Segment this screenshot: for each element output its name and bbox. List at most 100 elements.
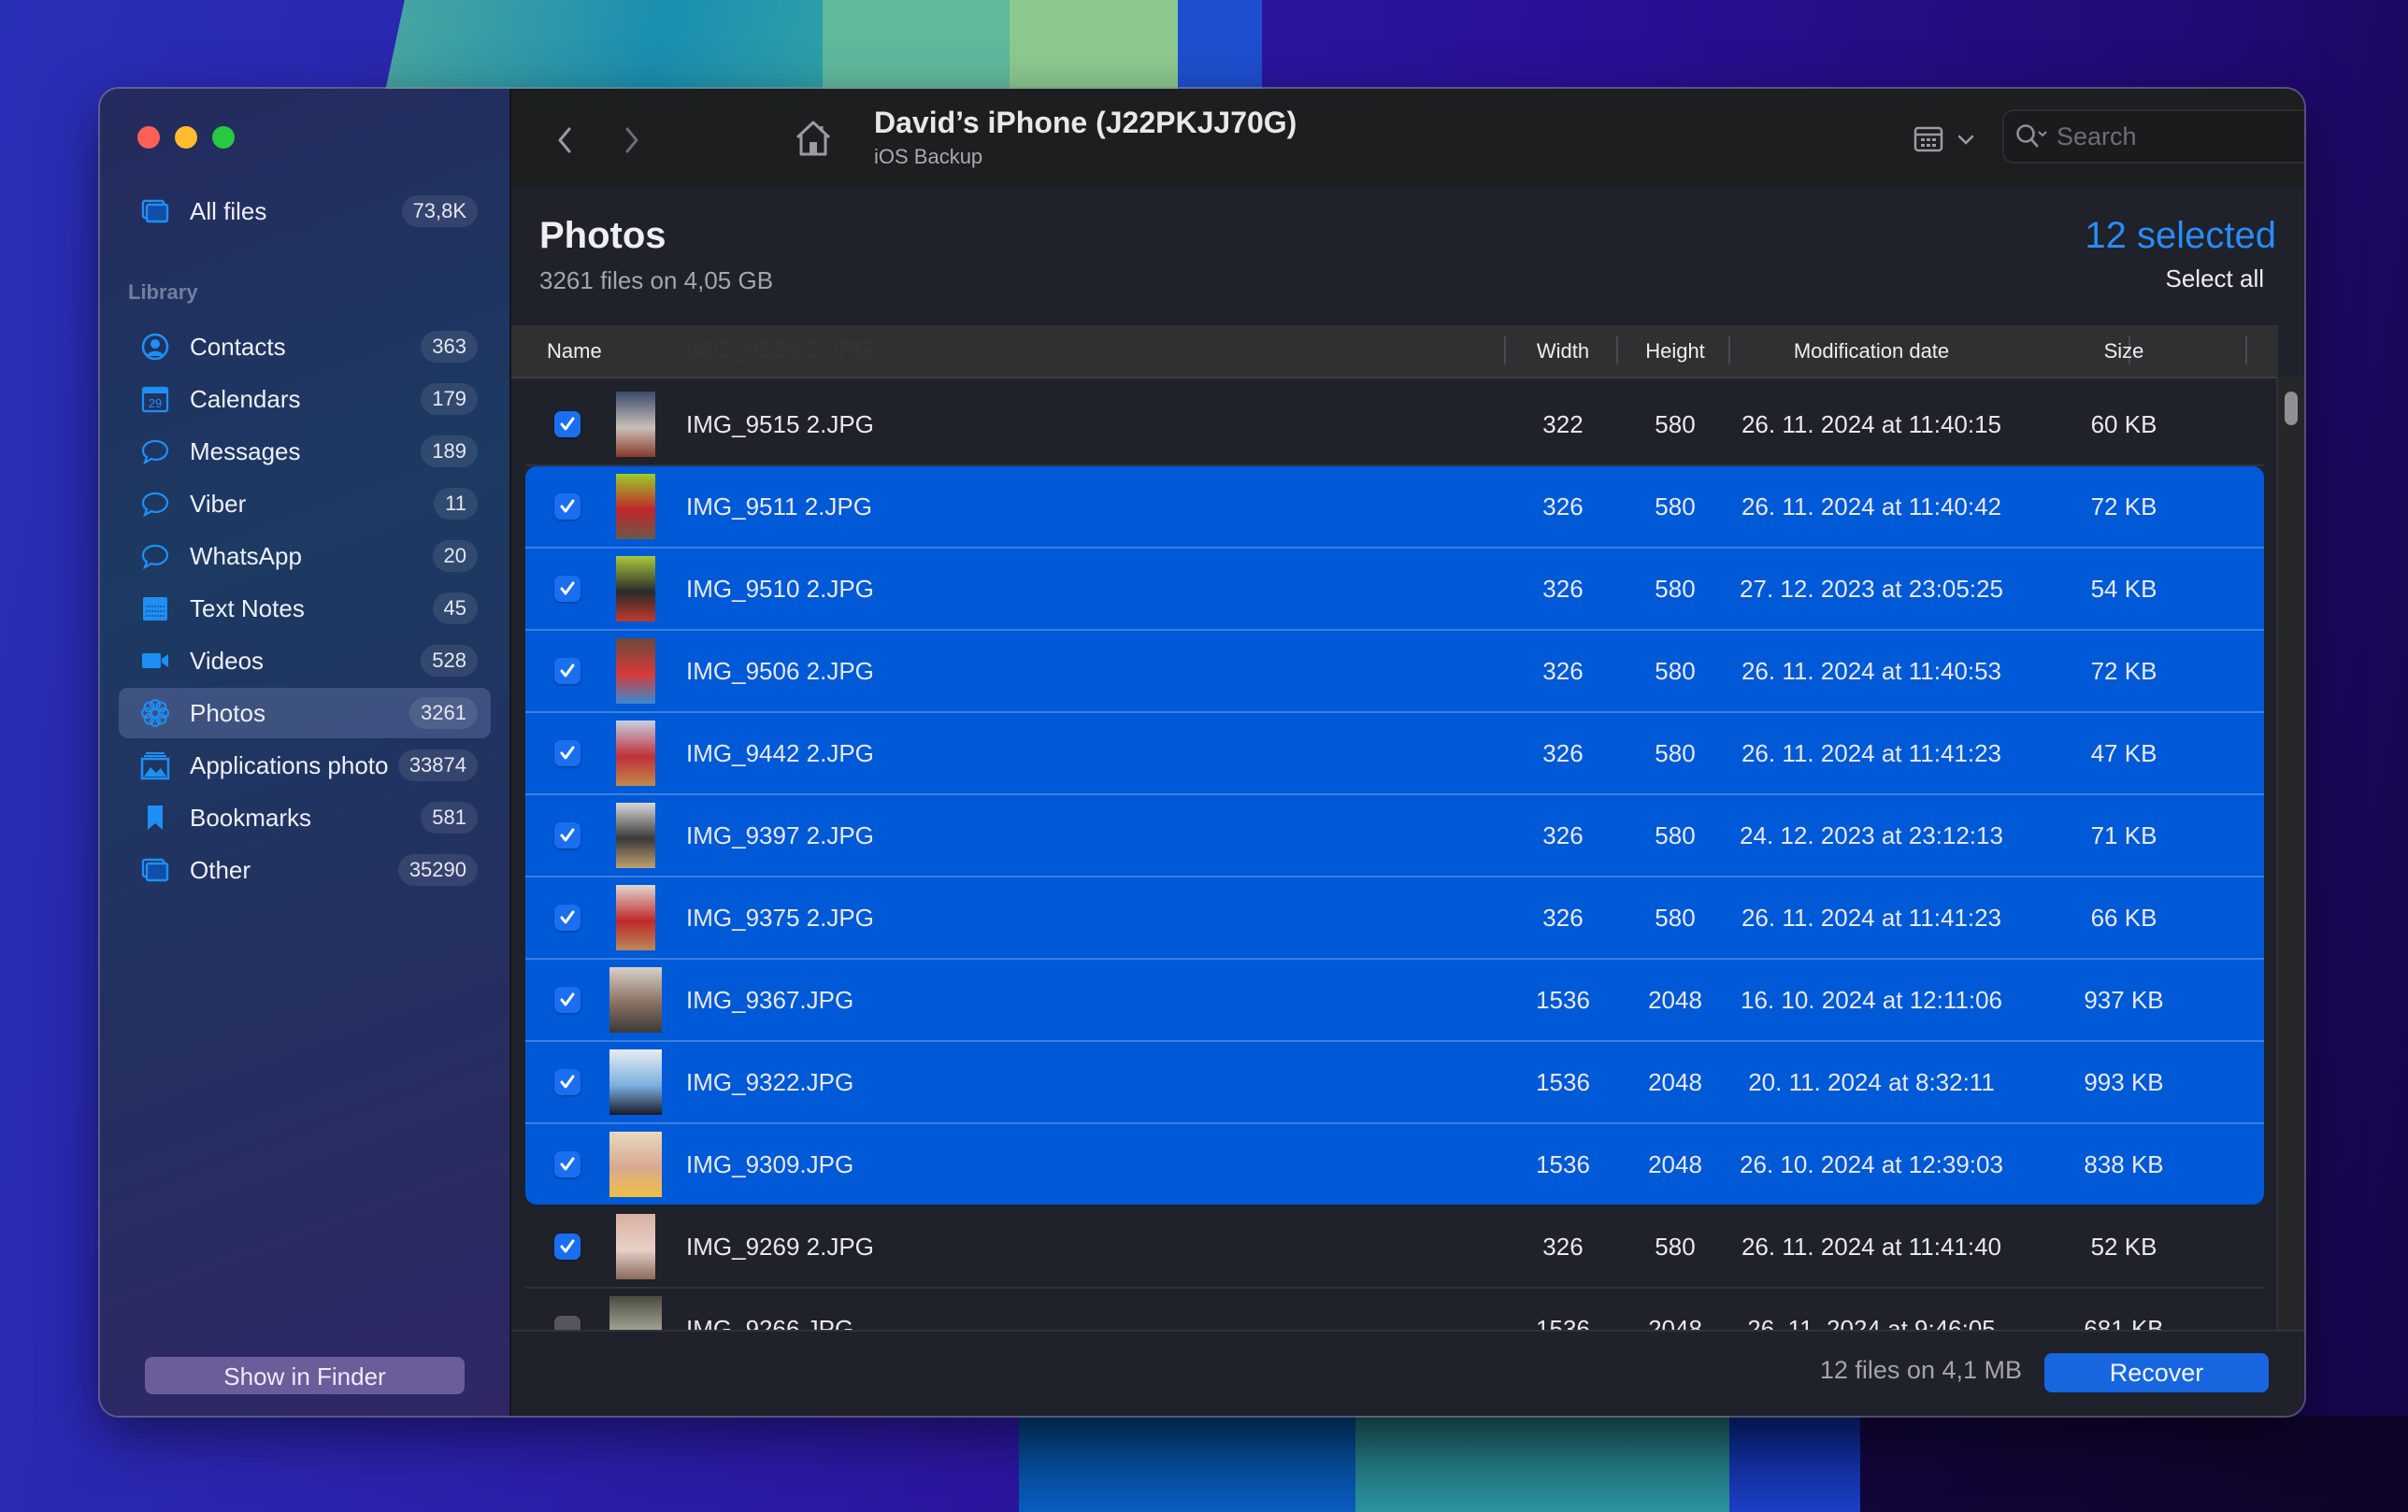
file-name: IMG_9309.JPG: [686, 1150, 854, 1178]
column-header-name[interactable]: Name: [547, 325, 612, 377]
row-checkbox[interactable]: [554, 658, 580, 684]
row-checkbox[interactable]: [554, 1234, 580, 1260]
table-row[interactable]: IMG_9510 2.JPG 326 580 27. 12. 2023 at 23:0…: [525, 549, 2264, 631]
sidebar-item-photos[interactable]: Photos 3261: [119, 688, 491, 738]
photo-thumbnail: [609, 1132, 662, 1197]
photo-thumbnail: [609, 967, 662, 1033]
folder-stack-icon: [139, 854, 171, 886]
table-row[interactable]: IMG_9309.JPG 1536 2048 26. 10. 2024 at 12:3…: [525, 1124, 2264, 1205]
wallpaper-band: [1019, 1416, 1355, 1512]
column-divider[interactable]: [2245, 336, 2247, 364]
vertical-scrollbar[interactable]: [2276, 377, 2304, 1416]
home-button[interactable]: [792, 115, 835, 162]
table-row[interactable]: IMG_9269 2.JPG 326 580 26. 11. 2024 at 11:4…: [525, 1206, 2264, 1289]
sidebar-item-bookmarks[interactable]: Bookmarks 581: [119, 792, 491, 843]
column-header-size[interactable]: Size: [2021, 325, 2227, 377]
sidebar-item-other[interactable]: Other 35290: [119, 845, 491, 895]
search-field[interactable]: [2002, 109, 2304, 164]
select-all-button[interactable]: Select all: [2166, 264, 2265, 293]
photo-thumbnail: [616, 474, 655, 539]
minimize-window-button[interactable]: [175, 126, 197, 149]
table-row[interactable]: IMG_9515 2.JPG 322 580 26. 11. 2024 at 11:4…: [525, 384, 2264, 466]
show-in-finder-button[interactable]: Show in Finder: [145, 1357, 465, 1394]
row-checkbox[interactable]: [554, 1069, 580, 1095]
file-height: 580: [1655, 657, 1696, 685]
table-row[interactable]: IMG_9367.JPG 1536 2048 16. 10. 2024 at 12:1…: [525, 960, 2264, 1042]
checkmark-icon: [560, 910, 575, 924]
row-checkbox[interactable]: [554, 576, 580, 602]
page-title: Photos: [539, 215, 666, 256]
file-modification-date: 26. 11. 2024 at 11:40:42: [1741, 492, 2002, 521]
table-row[interactable]: IMG_9442 2.JPG 326 580 26. 11. 2024 at 11:4…: [525, 713, 2264, 795]
forward-button[interactable]: [612, 117, 650, 164]
recover-button[interactable]: Recover: [2044, 1353, 2269, 1392]
row-checkbox[interactable]: [554, 493, 580, 520]
message-bubble-icon: [139, 488, 171, 520]
row-checkbox[interactable]: [554, 822, 580, 849]
file-name: IMG_9511 2.JPG: [686, 492, 872, 521]
table-row[interactable]: IMG_9506 2.JPG 326 580 26. 11. 2024 at 11:4…: [525, 631, 2264, 713]
table-row[interactable]: IMG_9322.JPG 1536 2048 20. 11. 2024 at 8:32…: [525, 1042, 2264, 1124]
column-header-height[interactable]: Height: [1633, 325, 1717, 377]
notes-icon: [139, 592, 171, 624]
file-size: 72 KB: [2090, 492, 2157, 521]
file-width: 326: [1542, 1233, 1584, 1261]
message-bubble-icon: [139, 435, 171, 467]
table-row[interactable]: IMG_9511 2.JPG 326 580 26. 11. 2024 at 11:4…: [525, 466, 2264, 549]
device-title: David’s iPhone (J22PKJJ70G): [874, 106, 1297, 139]
column-header-width[interactable]: Width: [1521, 325, 1605, 377]
scrollbar-thumb[interactable]: [2285, 392, 2298, 425]
checkmark-icon: [560, 499, 575, 513]
file-size: 54 KB: [2090, 575, 2157, 603]
row-checkbox[interactable]: [554, 411, 580, 437]
column-divider[interactable]: [1616, 336, 1618, 364]
row-checkbox[interactable]: [554, 987, 580, 1013]
file-modification-date: 26. 11. 2024 at 11:41:23: [1741, 904, 2002, 932]
photos-flower-icon: [139, 697, 171, 729]
column-header-modification-date[interactable]: Modification date: [1731, 325, 2012, 377]
item-count-badge: 73,8K: [401, 195, 478, 227]
sidebar-item-viber[interactable]: Viber 11: [119, 478, 491, 529]
table-row[interactable]: IMG_9375 2.JPG 326 580 26. 11. 2024 at 11:4…: [525, 877, 2264, 960]
sidebar-item-videos[interactable]: Videos 528: [119, 635, 491, 686]
bottom-bar: 12 files on 4,1 MB Recover: [511, 1330, 2304, 1416]
maximize-window-button[interactable]: [212, 126, 235, 149]
photo-thumbnail: [616, 803, 655, 868]
back-button[interactable]: [547, 117, 584, 164]
file-size: 993 KB: [2084, 1068, 2164, 1096]
row-checkbox[interactable]: [554, 1151, 580, 1177]
file-size: 71 KB: [2090, 821, 2157, 849]
checkmark-icon: [560, 828, 575, 842]
home-icon: [796, 121, 831, 156]
view-mode-button[interactable]: [1914, 121, 1979, 159]
photo-thumbnail: [616, 720, 655, 786]
sidebar-item-messages[interactable]: Messages 189: [119, 426, 491, 477]
sidebar-item-applications-photo[interactable]: Applications photo 33874: [119, 740, 491, 791]
sidebar-item-contacts[interactable]: Contacts 363: [119, 321, 491, 372]
sidebar-item-text-notes[interactable]: Text Notes 45: [119, 583, 491, 634]
column-divider[interactable]: [1504, 336, 1506, 364]
svg-text:29: 29: [149, 396, 162, 410]
column-divider[interactable]: [1728, 336, 1730, 364]
sidebar-item-whatsapp[interactable]: WhatsApp 20: [119, 531, 491, 581]
row-checkbox[interactable]: [554, 905, 580, 931]
file-height: 580: [1655, 1233, 1696, 1261]
sidebar-item-calendars[interactable]: 29 Calendars 179: [119, 374, 491, 424]
file-size: 66 KB: [2090, 904, 2157, 932]
file-height: 580: [1655, 821, 1696, 849]
all-files-icon: [139, 195, 171, 227]
file-modification-date: 27. 12. 2023 at 23:05:25: [1740, 575, 2003, 603]
selected-count: 12 selected: [2085, 215, 2276, 256]
chevron-left-icon: [558, 127, 571, 153]
checkmark-icon: [560, 1075, 575, 1089]
wallpaper-band: [1729, 1416, 1860, 1512]
search-input[interactable]: [2055, 121, 2304, 152]
file-height: 2048: [1648, 986, 1702, 1014]
close-window-button[interactable]: [137, 126, 160, 149]
row-checkbox[interactable]: [554, 740, 580, 766]
file-height: 2048: [1648, 1150, 1702, 1178]
table-row[interactable]: IMG_9397 2.JPG 326 580 24. 12. 2023 at 23:1…: [525, 795, 2264, 877]
sidebar-item-all-files[interactable]: All files 73,8K: [119, 186, 491, 236]
sidebar-item-label: WhatsApp: [190, 541, 302, 570]
window-controls: [137, 126, 235, 149]
